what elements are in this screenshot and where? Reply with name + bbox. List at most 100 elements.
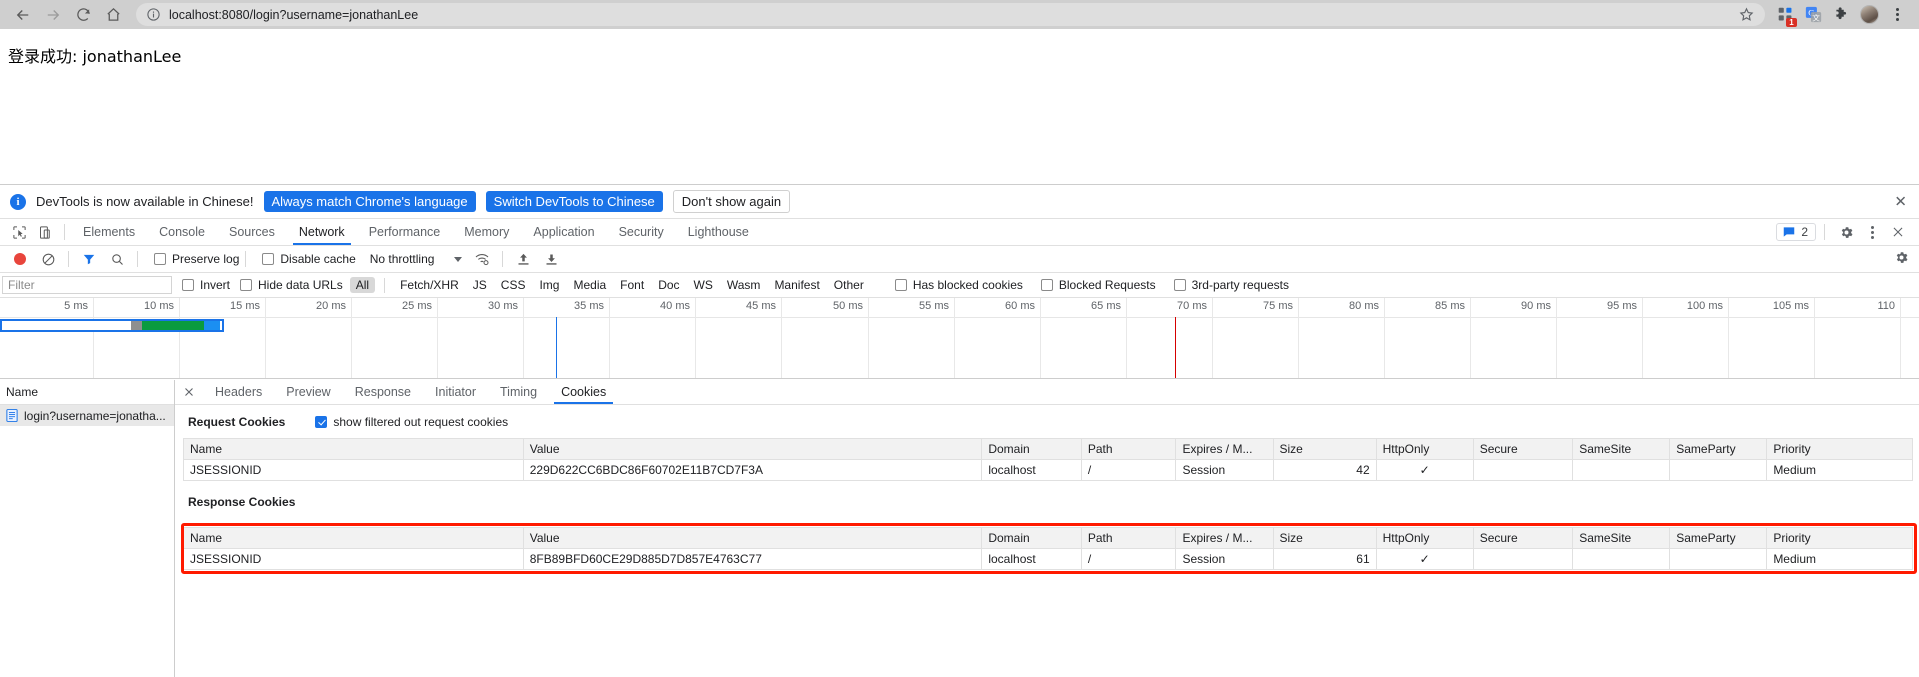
settings-gear-icon[interactable] [1833, 220, 1859, 244]
requests-column-header[interactable]: Name [0, 380, 174, 405]
col-domain[interactable]: Domain [981, 438, 1082, 460]
more-vertical-icon[interactable] [1859, 220, 1885, 244]
tab-sources[interactable]: Sources [217, 219, 287, 245]
tab-performance[interactable]: Performance [357, 219, 453, 245]
blocked-requests-checkbox[interactable]: Blocked Requests [1040, 278, 1156, 292]
console-messages-badge[interactable]: 2 [1776, 223, 1816, 241]
detail-tab-timing[interactable]: Timing [488, 380, 549, 404]
device-toolbar-icon[interactable] [32, 220, 58, 244]
network-timeline-overview[interactable]: 5 ms 10 ms 15 ms 20 ms 25 ms 30 ms 35 ms 40 ms 4… [0, 298, 1919, 379]
address-bar[interactable]: localhost:8080/login?username=jonathanLe… [136, 3, 1765, 26]
extensions-grid-icon[interactable]: 1 [1771, 3, 1799, 27]
tab-network[interactable]: Network [287, 219, 357, 245]
col-sameparty[interactable]: SameParty [1669, 527, 1768, 549]
preserve-log-checkbox[interactable]: Preserve log [154, 252, 239, 266]
forward-arrow-icon[interactable] [38, 3, 68, 27]
tab-application[interactable]: Application [521, 219, 606, 245]
tab-memory[interactable]: Memory [452, 219, 521, 245]
filter-type-font[interactable]: Font [614, 277, 650, 293]
search-icon[interactable] [103, 247, 131, 271]
col-value[interactable]: Value [522, 438, 983, 460]
detail-tab-preview[interactable]: Preview [274, 380, 342, 404]
timeline-tick [523, 298, 524, 378]
detail-tab-headers[interactable]: Headers [203, 380, 274, 404]
filter-type-doc[interactable]: Doc [652, 277, 685, 293]
detail-tab-initiator[interactable]: Initiator [423, 380, 488, 404]
close-devtools-icon[interactable] [1885, 220, 1911, 244]
col-samesite[interactable]: SameSite [1572, 438, 1671, 460]
col-samesite[interactable]: SameSite [1572, 527, 1671, 549]
hide-data-urls-checkbox[interactable]: Hide data URLs [240, 278, 343, 292]
col-name[interactable]: Name [183, 438, 524, 460]
col-httponly[interactable]: HttpOnly [1375, 527, 1474, 549]
col-path[interactable]: Path [1080, 438, 1177, 460]
throttling-dropdown[interactable]: No throttling [370, 252, 463, 266]
detail-tab-response[interactable]: Response [343, 380, 423, 404]
col-priority[interactable]: Priority [1766, 438, 1913, 460]
col-value[interactable]: Value [522, 527, 983, 549]
disable-cache-checkbox[interactable]: Disable cache [262, 252, 356, 266]
filter-type-ws[interactable]: WS [688, 277, 719, 293]
timeline-tick [1384, 298, 1385, 378]
col-size[interactable]: Size [1272, 438, 1377, 460]
col-path[interactable]: Path [1080, 527, 1177, 549]
filter-type-fetch-xhr[interactable]: Fetch/XHR [394, 277, 465, 293]
col-sameparty[interactable]: SameParty [1669, 438, 1768, 460]
bookmark-star-icon[interactable] [1738, 6, 1755, 23]
col-secure[interactable]: Secure [1472, 527, 1574, 549]
inspect-element-icon[interactable] [6, 220, 32, 244]
network-settings-gear-icon[interactable] [1894, 250, 1909, 268]
detail-tab-cookies[interactable]: Cookies [549, 380, 618, 404]
reload-icon[interactable] [68, 3, 98, 27]
filter-toggle-icon[interactable] [75, 247, 103, 271]
filter-type-other[interactable]: Other [828, 277, 870, 293]
col-priority[interactable]: Priority [1766, 527, 1913, 549]
table-row[interactable]: JSESSIONID 229D622CC6BDC86F60702E11B7CD7… [183, 459, 1913, 481]
show-filtered-cookies-checkbox[interactable]: show filtered out request cookies [315, 415, 508, 429]
chrome-menu-icon[interactable] [1883, 3, 1911, 27]
close-icon[interactable]: ✕ [1894, 194, 1907, 209]
has-blocked-cookies-checkbox[interactable]: Has blocked cookies [894, 278, 1023, 292]
filter-type-wasm[interactable]: Wasm [721, 277, 767, 293]
filter-input[interactable] [2, 276, 172, 294]
google-translate-icon[interactable]: G 文 [1799, 3, 1827, 27]
col-secure[interactable]: Secure [1472, 438, 1574, 460]
record-button[interactable] [6, 247, 34, 271]
clear-button[interactable] [34, 247, 62, 271]
back-arrow-icon[interactable] [8, 3, 38, 27]
request-list-item[interactable]: login?username=jonatha... [0, 405, 174, 426]
filter-type-js[interactable]: JS [467, 277, 493, 293]
col-domain[interactable]: Domain [981, 527, 1082, 549]
export-har-icon[interactable] [537, 247, 565, 271]
close-detail-icon[interactable] [175, 380, 203, 404]
cookie-sameparty [1669, 459, 1768, 481]
filter-type-all[interactable]: All [349, 277, 376, 293]
col-expires[interactable]: Expires / M... [1175, 438, 1274, 460]
filter-type-manifest[interactable]: Manifest [768, 277, 825, 293]
invert-checkbox[interactable]: Invert [182, 278, 230, 292]
filter-type-media[interactable]: Media [567, 277, 612, 293]
filter-type-css[interactable]: CSS [495, 277, 532, 293]
table-header-row: Name Value Domain Path Expires / M... Si… [183, 438, 1913, 460]
always-match-language-button[interactable]: Always match Chrome's language [263, 191, 476, 212]
tab-security[interactable]: Security [607, 219, 676, 245]
table-row[interactable]: JSESSIONID 8FB89BFD60CE29D885D7D857E4763… [183, 548, 1913, 570]
col-name[interactable]: Name [183, 527, 524, 549]
tab-lighthouse[interactable]: Lighthouse [676, 219, 761, 245]
has-blocked-cookies-label: Has blocked cookies [912, 278, 1023, 292]
home-icon[interactable] [98, 3, 128, 27]
network-conditions-icon[interactable] [468, 247, 496, 271]
col-expires[interactable]: Expires / M... [1175, 527, 1274, 549]
col-size[interactable]: Size [1272, 527, 1377, 549]
import-har-icon[interactable] [509, 247, 537, 271]
profile-avatar[interactable] [1855, 3, 1883, 27]
dont-show-again-button[interactable]: Don't show again [672, 190, 791, 213]
col-httponly[interactable]: HttpOnly [1375, 438, 1474, 460]
tab-console[interactable]: Console [147, 219, 217, 245]
extensions-puzzle-icon[interactable] [1827, 3, 1855, 27]
site-info-icon[interactable] [146, 7, 161, 22]
switch-devtools-language-button[interactable]: Switch DevTools to Chinese [485, 191, 663, 212]
tab-elements[interactable]: Elements [71, 219, 147, 245]
third-party-requests-checkbox[interactable]: 3rd-party requests [1173, 278, 1289, 292]
filter-type-img[interactable]: Img [533, 277, 565, 293]
